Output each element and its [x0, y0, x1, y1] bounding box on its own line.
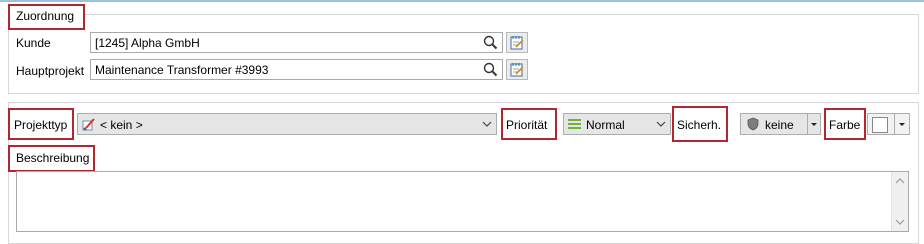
assignment-title: Zuordnung	[16, 9, 75, 23]
security-label: Sicherh.	[677, 118, 722, 132]
color-swatch	[872, 117, 888, 133]
three-lines-icon	[568, 119, 581, 129]
description-textarea[interactable]	[16, 171, 909, 232]
search-icon[interactable]	[482, 34, 499, 51]
main-project-value: Maintenance Transformer #3993	[95, 63, 269, 77]
description-scrollbar[interactable]	[891, 172, 908, 231]
caret-down-icon	[899, 123, 905, 126]
shield-icon	[747, 117, 759, 131]
search-icon[interactable]	[482, 61, 499, 78]
project-type-select[interactable]: < kein >	[77, 113, 497, 135]
main-project-edit-button[interactable]	[506, 59, 528, 80]
notepad-edit-icon	[510, 36, 524, 50]
priority-label: Priorität	[506, 118, 548, 132]
top-accent-line	[0, 0, 924, 2]
color-dropdown-button[interactable]	[894, 114, 909, 134]
customer-edit-button[interactable]	[506, 32, 528, 53]
priority-value: Normal	[586, 118, 625, 132]
notepad-edit-icon	[510, 63, 524, 77]
color-picker[interactable]	[867, 113, 910, 135]
customer-label: Kunde	[16, 36, 51, 50]
main-project-field[interactable]: Maintenance Transformer #3993	[90, 59, 503, 80]
project-type-value: < kein >	[100, 118, 143, 132]
security-dropdown-button[interactable]	[807, 114, 820, 134]
scroll-up-icon[interactable]	[892, 174, 908, 188]
broken-edit-icon	[82, 118, 95, 131]
priority-select[interactable]: Normal	[563, 113, 671, 135]
security-value: keine	[765, 118, 794, 132]
color-label: Farbe	[829, 118, 861, 132]
scroll-down-icon[interactable]	[892, 215, 908, 229]
customer-value: [1245] Alpha GmbH	[95, 36, 200, 50]
description-label: Beschreibung	[16, 151, 90, 165]
project-type-label: Projekttyp	[14, 118, 68, 132]
security-select[interactable]: keine	[740, 113, 821, 135]
customer-field[interactable]: [1245] Alpha GmbH	[90, 32, 503, 53]
chevron-down-icon	[656, 121, 666, 127]
chevron-down-icon	[482, 121, 492, 127]
caret-down-icon	[811, 123, 817, 126]
main-project-label: Hauptprojekt	[16, 64, 85, 78]
assignment-group	[8, 14, 919, 94]
